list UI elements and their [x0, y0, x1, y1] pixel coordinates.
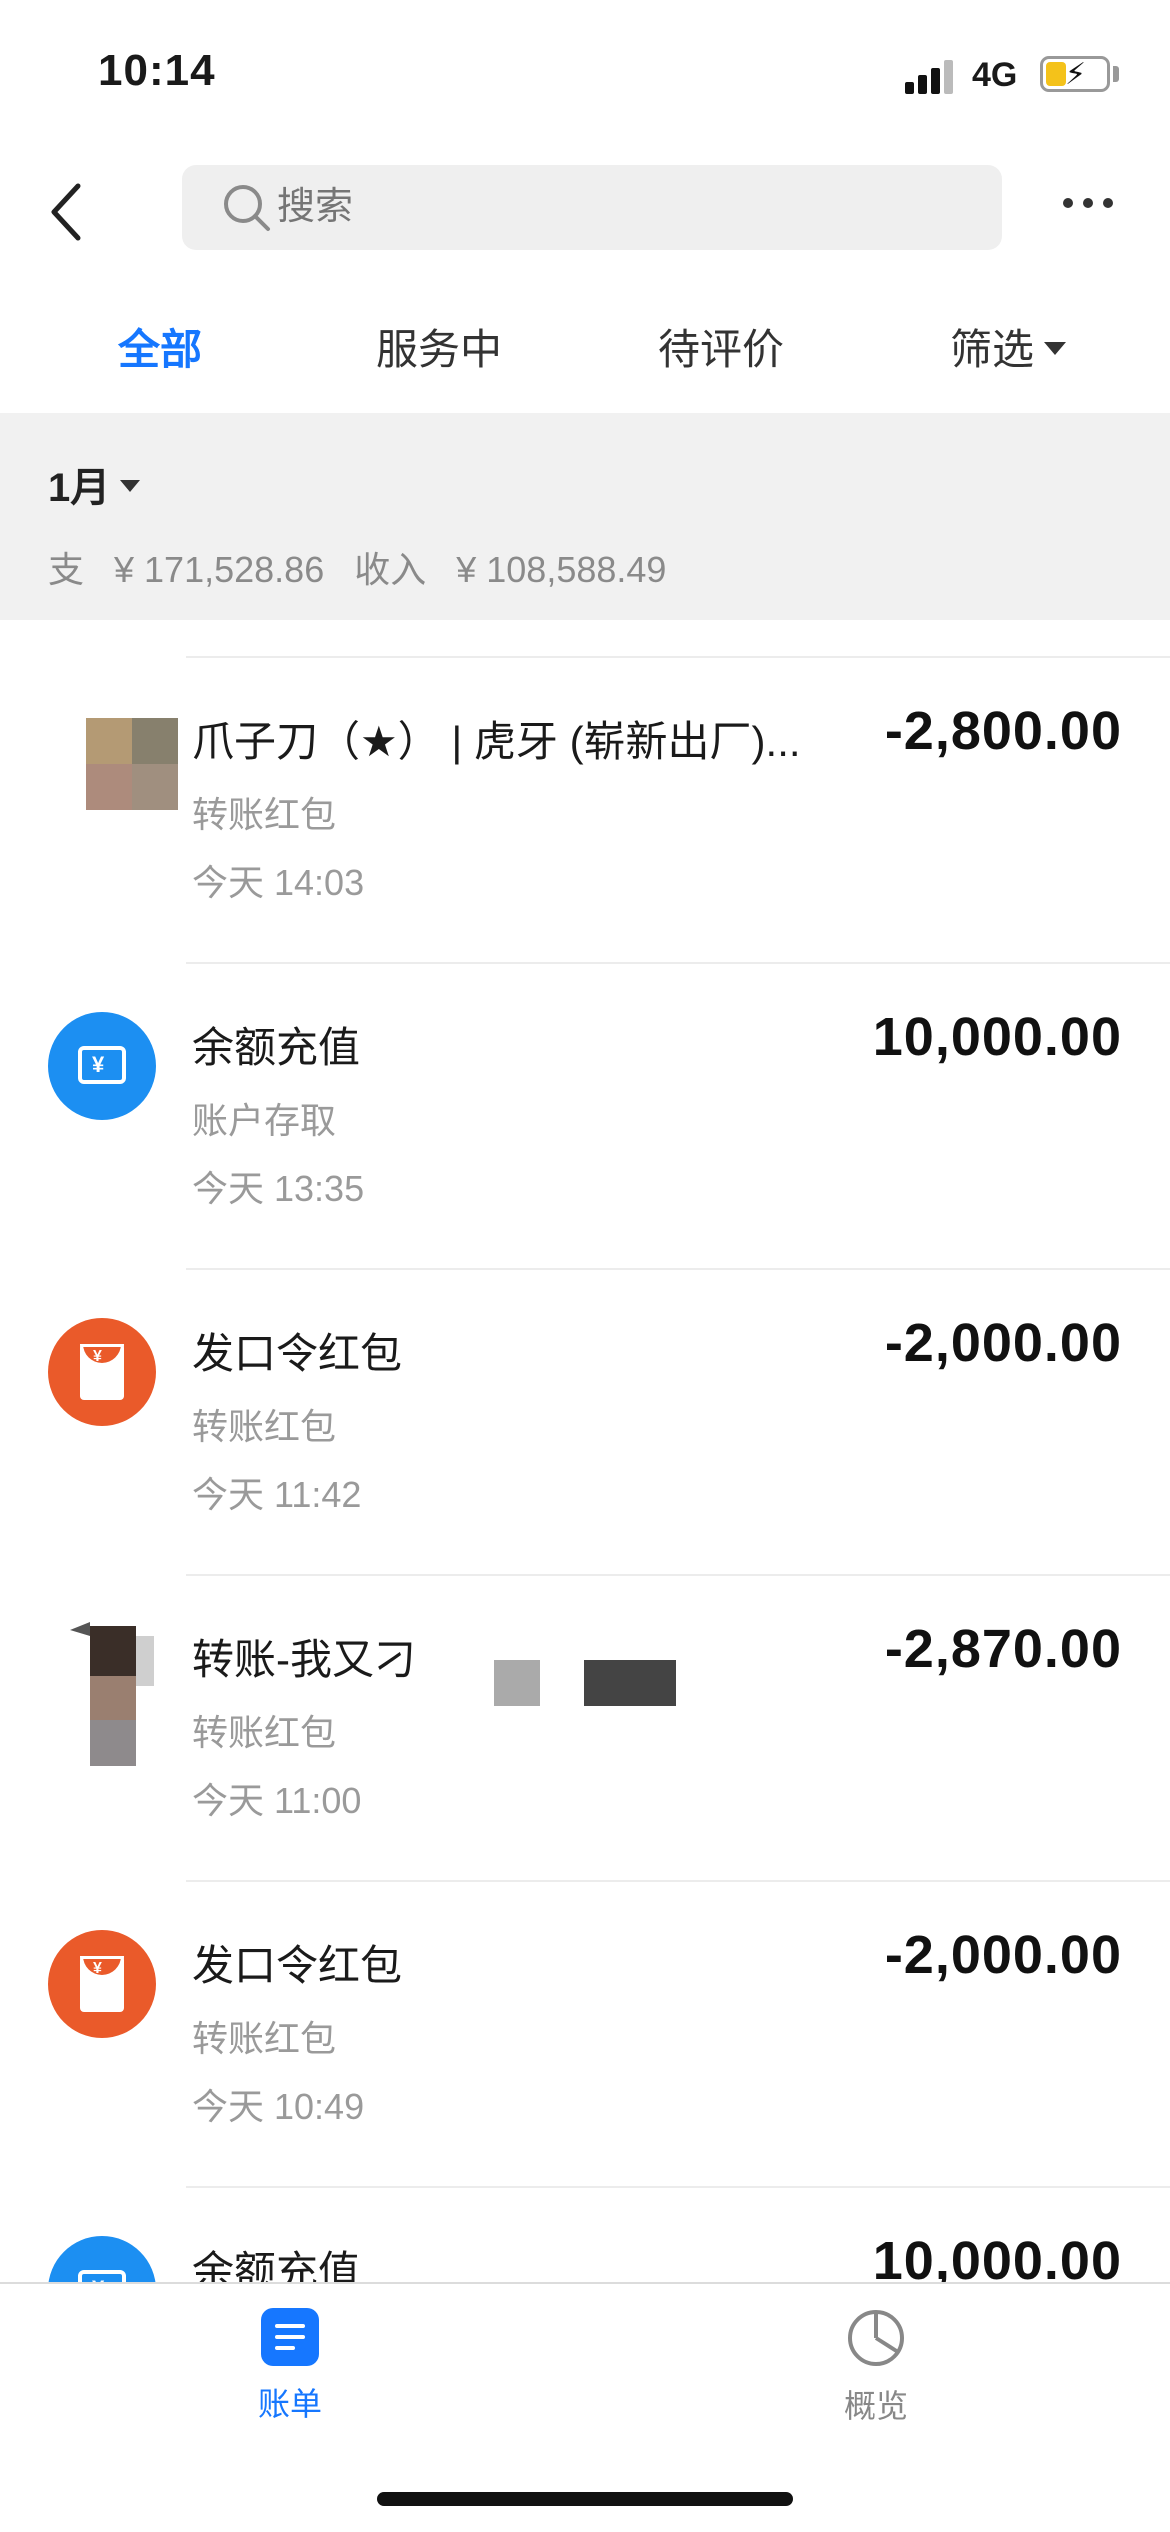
transaction-title: 余额充值	[192, 2248, 361, 2282]
transaction-category: 转账红包	[192, 1406, 337, 1447]
transaction-category: 账户存取	[192, 1100, 337, 1141]
chevron-left-icon	[51, 183, 81, 241]
tab-all[interactable]: 全部	[118, 316, 202, 377]
tab-overview-label: 概览	[843, 2388, 908, 2424]
transaction-time: 今天 14:03	[192, 862, 365, 903]
caret-down-icon	[120, 480, 141, 493]
transaction-row[interactable]: 余额充值 10,000.00	[0, 2188, 1170, 2282]
transaction-amount: 10,000.00	[872, 2231, 1122, 2282]
pie-chart-icon	[848, 2310, 904, 2366]
transaction-category: 转账红包	[192, 1712, 337, 1753]
filter-tabs: 全部 服务中 待评价 筛选	[0, 300, 1170, 390]
transaction-row[interactable]: 余额充值 账户存取 今天 13:35 10,000.00	[0, 964, 1170, 1270]
tab-in-service[interactable]: 服务中	[376, 316, 502, 377]
transaction-list: 爪子刀（★） | 虎牙 (崭新出厂)... 转账红包 今天 14:03 -2,8…	[0, 620, 1170, 2282]
income-total: ¥ 108,588.49	[456, 549, 667, 590]
month-summary: 1月 支 ¥ 171,528.86 收入 ¥ 108,588.49	[0, 413, 1170, 620]
transaction-time: 今天 13:35	[192, 1168, 365, 1209]
expense-label: 支	[48, 549, 85, 590]
more-options-button[interactable]	[1058, 190, 1118, 230]
month-label: 1月	[48, 466, 111, 510]
tab-bill[interactable]: 账单	[210, 2308, 370, 2428]
status-bar: 10:14 4G ⚡	[0, 0, 1170, 150]
month-selector[interactable]: 1月	[48, 455, 141, 513]
tab-pending-review[interactable]: 待评价	[658, 316, 784, 377]
tab-filter-label: 筛选	[950, 326, 1035, 373]
transaction-time: 今天 11:42	[192, 1474, 362, 1515]
transaction-category: 转账红包	[192, 2018, 337, 2059]
transaction-title: 转账-我又刁	[192, 1636, 416, 1683]
tab-bill-label: 账单	[257, 2386, 322, 2422]
transaction-title: 发口令红包	[192, 1330, 403, 1377]
transaction-row[interactable]: 发口令红包 转账红包 今天 10:49 -2,000.00	[0, 1882, 1170, 2188]
red-packet-icon	[48, 1318, 156, 1426]
transaction-amount: -2,870.00	[884, 1619, 1122, 1679]
transaction-category: 转账红包	[192, 794, 337, 835]
transaction-amount: 10,000.00	[872, 1007, 1122, 1067]
transaction-amount: -2,000.00	[884, 1925, 1122, 1985]
balance-card-icon	[48, 2236, 156, 2282]
more-dots-icon	[1063, 198, 1113, 208]
redaction-block	[494, 1660, 540, 1706]
status-time: 10:14	[98, 46, 216, 95]
search-icon	[224, 185, 270, 231]
income-label: 收入	[354, 549, 427, 590]
battery-cap	[1113, 66, 1119, 82]
transaction-row[interactable]: 发口令红包 转账红包 今天 11:42 -2,000.00	[0, 1270, 1170, 1576]
bottom-tab-bar: 账单 概览	[0, 2282, 1170, 2532]
search-box[interactable]	[182, 165, 1002, 250]
tab-filter[interactable]: 筛选	[950, 316, 1067, 377]
signal-icon	[905, 60, 953, 94]
transaction-time: 今天 10:49	[192, 2086, 365, 2127]
transaction-row[interactable]: 爪子刀（★） | 虎牙 (崭新出厂)... 转账红包 今天 14:03 -2,8…	[0, 658, 1170, 964]
back-button[interactable]	[40, 170, 100, 250]
transaction-amount: -2,000.00	[884, 1313, 1122, 1373]
battery-icon: ⚡	[1040, 56, 1110, 92]
search-input[interactable]	[277, 165, 877, 250]
person-avatar	[70, 1622, 154, 1766]
transaction-title: 发口令红包	[192, 1942, 403, 1989]
red-packet-icon	[48, 1930, 156, 2038]
mosaic-avatar	[86, 718, 178, 810]
transaction-row[interactable]: 转账-我又刁 转账红包 今天 11:00 -2,870.00	[0, 1576, 1170, 1882]
transaction-title: 余额充值	[192, 1024, 361, 1071]
month-totals: 支 ¥ 171,528.86 收入 ¥ 108,588.49	[48, 541, 696, 593]
tab-overview[interactable]: 概览	[796, 2308, 956, 2428]
caret-down-icon	[1044, 342, 1067, 356]
transaction-title: 爪子刀（★） | 虎牙 (崭新出厂)...	[192, 718, 801, 765]
network-label: 4G	[972, 56, 1018, 94]
home-indicator	[377, 2492, 793, 2506]
redaction-block	[584, 1660, 676, 1706]
balance-card-icon	[48, 1012, 156, 1120]
bill-icon	[261, 2308, 319, 2366]
transaction-amount: -2,800.00	[884, 701, 1122, 761]
transaction-time: 今天 11:00	[192, 1780, 362, 1821]
nav-bar	[0, 160, 1170, 260]
expense-total: ¥ 171,528.86	[114, 549, 325, 590]
